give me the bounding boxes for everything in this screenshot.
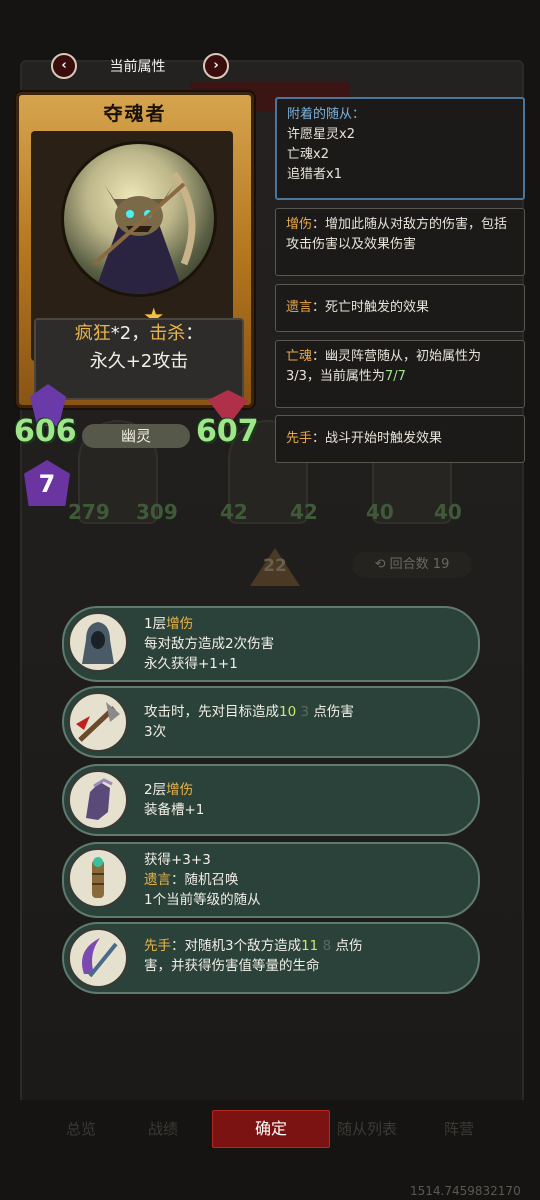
relic-item[interactable]: 先手：对随机3个敌方造成11 8 点伤 害，并获得伤害值等量的生命 (62, 922, 480, 994)
keyword-box-first-strike: 先手：战斗开始时触发效果 (275, 415, 525, 463)
attached-followers-panel: 附着的随从： 许愿星灵x2 亡魂x2 追猎者x1 (275, 97, 525, 200)
relic-description: 攻击时，先对目标造成10 3 点伤害 3次 (144, 704, 354, 740)
prev-button[interactable]: ‹ (51, 53, 77, 79)
confirm-button[interactable]: 确定 (212, 1110, 330, 1148)
tab-factions[interactable]: 阵营 (424, 1118, 494, 1139)
card-name: 夺魂者 (103, 103, 167, 125)
relic-description: 1层增伤 每对敌方造成2次伤害 永久获得+1+1 (144, 616, 275, 672)
card-ability-line2: 永久+2攻击 (89, 351, 189, 372)
up-count: 22 (263, 556, 287, 576)
totem-icon (68, 848, 128, 908)
relic-description: 先手：对随机3个敌方造成11 8 点伤 害，并获得伤害值等量的生命 (144, 938, 363, 974)
crescent-blade-icon (68, 928, 128, 988)
card-ability-line1: 疯狂*2，击杀： (74, 323, 204, 344)
follower-item: 许愿星灵x2 (287, 127, 355, 142)
follower-item: 亡魂x2 (287, 147, 329, 162)
round-counter: ⟲ 回合数 19 (352, 552, 472, 578)
repeat-icon: ⟲ (374, 557, 390, 572)
follower-item: 追猎者x1 (287, 167, 342, 182)
health-value: 607 (196, 414, 259, 449)
keyword-box-ghost: 亡魂：幽灵阵营随从，初始属性为3/3，当前属性为7/7 (275, 340, 525, 408)
relic-description: 获得+3+3 遗言：随机召唤 1个当前等级的随从 (144, 852, 261, 908)
relic-item[interactable]: 获得+3+3 遗言：随机召唤 1个当前等级的随从 (62, 842, 480, 918)
chevron-right-icon: › (213, 58, 219, 73)
relic-item[interactable]: 2层增伤 装备槽+1 (62, 764, 480, 836)
axe-icon (68, 692, 128, 752)
relic-item[interactable]: 1层增伤 每对敌方造成2次伤害 永久获得+1+1 (62, 606, 480, 682)
relic-description: 2层增伤 装备槽+1 (144, 782, 205, 818)
relic-item[interactable]: 攻击时，先对目标造成10 3 点伤害 3次 (62, 686, 480, 758)
chevron-left-icon: ‹ (61, 58, 67, 73)
attack-value: 606 (14, 414, 77, 449)
level-value: 7 (38, 470, 56, 498)
background-stat: 42 (290, 500, 318, 524)
tribe-badge: 幽灵 (82, 424, 190, 448)
coordinate-readout: 1514.7459832170 (410, 1184, 521, 1198)
hooded-figure-icon (68, 612, 128, 672)
background-stat: 40 (366, 500, 394, 524)
reaper-portrait (61, 141, 217, 297)
background-stat: 279 (68, 500, 110, 524)
tab-minion-list[interactable]: 随从列表 (322, 1118, 412, 1139)
keyword-box-damage-boost: 增伤：增加此随从对敌方的伤害，包括攻击伤害以及效果伤害 (275, 208, 525, 276)
page-title: 当前属性 (109, 59, 166, 75)
card-ability-text: 疯狂*2，击杀： 永久+2攻击 (34, 318, 244, 400)
tab-overview[interactable]: 总览 (46, 1118, 116, 1139)
keyword-box-deathrattle: 遗言：死亡时触发的效果 (275, 284, 525, 332)
background-stat: 42 (220, 500, 248, 524)
background-stat: 40 (434, 500, 462, 524)
background-stat: 309 (136, 500, 178, 524)
next-button[interactable]: › (203, 53, 229, 79)
gauntlet-icon (68, 770, 128, 830)
followers-title: 附着的随从： (287, 107, 366, 122)
reaper-illustration-icon (92, 171, 196, 294)
tab-records[interactable]: 战绩 (128, 1118, 198, 1139)
